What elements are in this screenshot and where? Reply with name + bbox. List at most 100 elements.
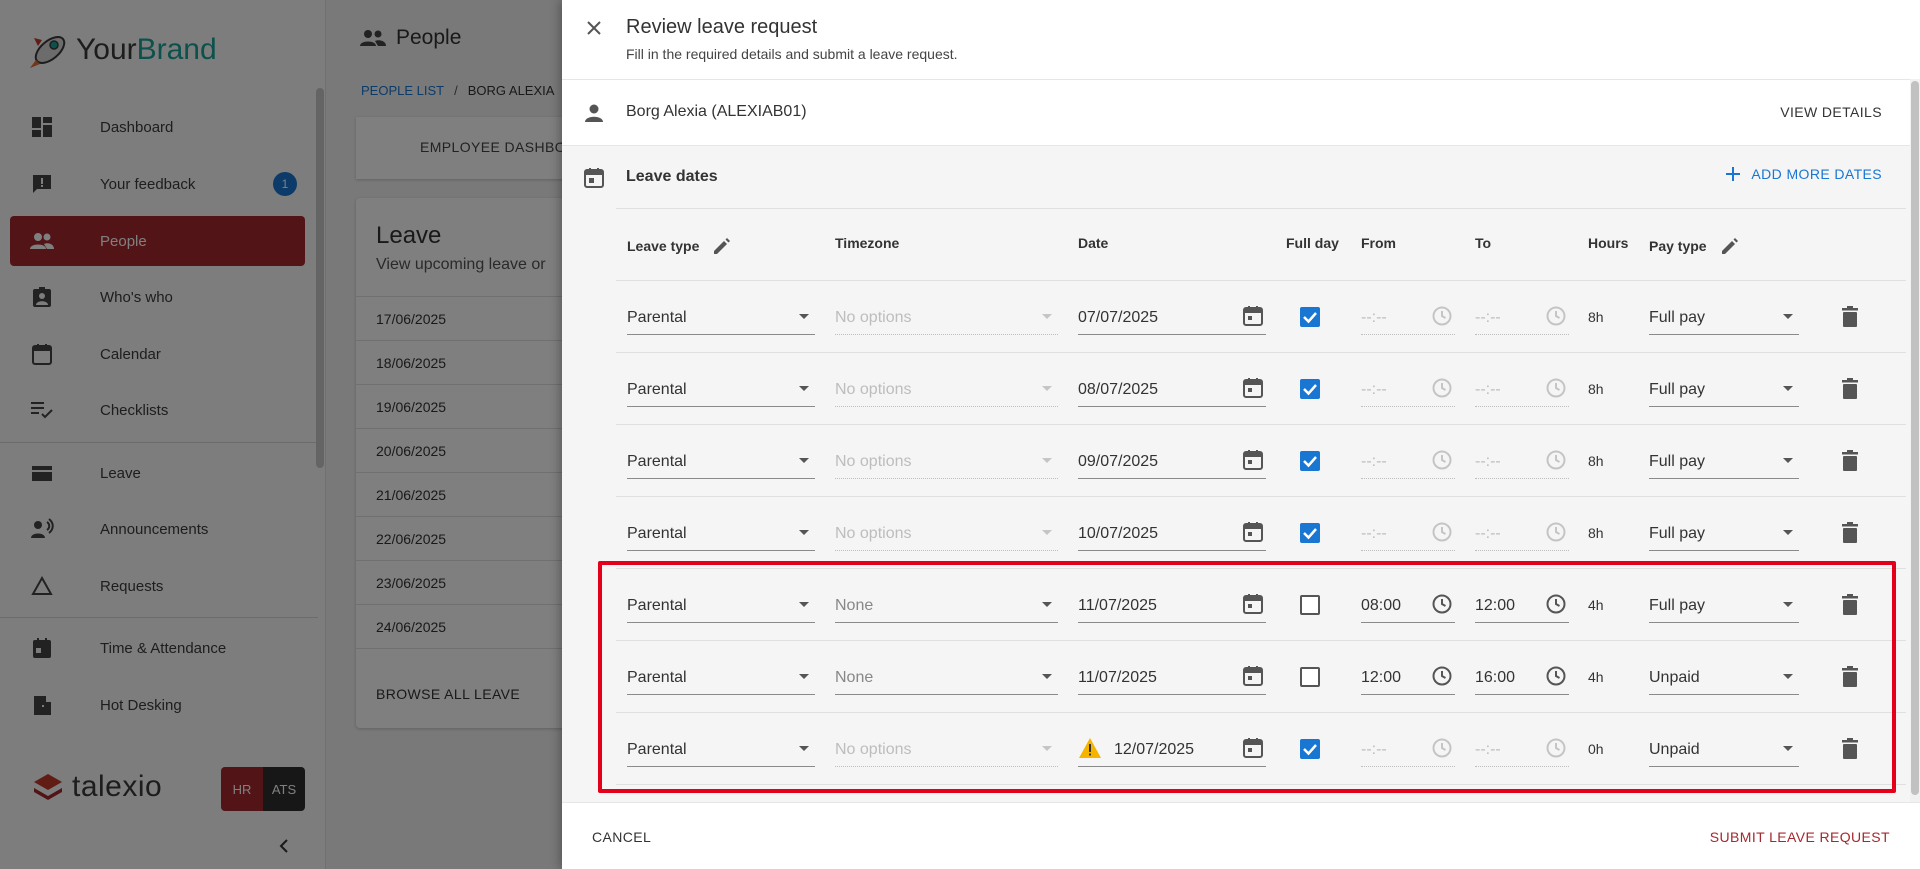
col-timezone: Timezone — [835, 235, 900, 251]
dialog-subtitle: Fill in the required details and submit … — [626, 46, 958, 62]
submit-leave-request-button[interactable]: SUBMIT LEAVE REQUEST — [1710, 829, 1890, 845]
pay-type-select[interactable]: Unpaid — [1649, 659, 1799, 695]
leave-type-select[interactable]: Parental — [627, 731, 815, 767]
pay-type-select[interactable]: Full pay — [1649, 587, 1799, 623]
leave-type-select[interactable]: Parental — [627, 299, 815, 335]
full-day-checkbox[interactable] — [1300, 667, 1320, 687]
pay-type-value: Full pay — [1649, 525, 1706, 542]
pay-type-select[interactable]: Full pay — [1649, 515, 1799, 551]
chevron-down-icon — [799, 746, 809, 751]
from-time-value: --:-- — [1361, 453, 1387, 470]
from-time-input[interactable]: 08:00 — [1361, 587, 1455, 623]
clock-icon — [1431, 305, 1453, 327]
full-day-checkbox[interactable] — [1300, 739, 1320, 759]
close-button[interactable] — [582, 16, 606, 40]
table-row: Parental None 11/07/2025 08:00 12:00 4h Full p… — [616, 569, 1906, 641]
clock-icon[interactable] — [1431, 593, 1453, 615]
delete-row-button[interactable] — [1838, 665, 1862, 689]
pay-type-select[interactable]: Full pay — [1649, 443, 1799, 479]
pay-type-select[interactable]: Unpaid — [1649, 731, 1799, 767]
timezone-select[interactable]: None — [835, 659, 1058, 695]
add-more-dates-label: ADD MORE DATES — [1751, 166, 1882, 182]
chevron-down-icon — [1783, 458, 1793, 463]
clock-icon[interactable] — [1545, 593, 1567, 615]
edit-pencil-icon[interactable] — [711, 235, 733, 257]
from-time-input[interactable]: 12:00 — [1361, 659, 1455, 695]
hours-value: 0h — [1588, 741, 1604, 757]
col-from: From — [1361, 235, 1396, 251]
employee-bar: Borg Alexia (ALEXIAB01) VIEW DETAILS — [562, 79, 1910, 146]
date-input[interactable]: 10/07/2025 — [1078, 515, 1266, 551]
delete-row-button[interactable] — [1838, 449, 1862, 473]
pay-type-select[interactable]: Full pay — [1649, 371, 1799, 407]
col-label: Pay type — [1649, 238, 1707, 254]
pay-type-select[interactable]: Full pay — [1649, 299, 1799, 335]
from-time-input: --:-- — [1361, 299, 1455, 335]
col-to: To — [1475, 235, 1492, 251]
to-time-value: 12:00 — [1475, 597, 1516, 614]
to-time-input[interactable]: 12:00 — [1475, 587, 1569, 623]
date-input[interactable]: 09/07/2025 — [1078, 443, 1266, 479]
clock-icon[interactable] — [1545, 665, 1567, 687]
leave-type-select[interactable]: Parental — [627, 659, 815, 695]
dialog-title: Review leave request — [626, 16, 818, 38]
col-label: Leave type — [627, 238, 700, 254]
date-input[interactable]: 08/07/2025 — [1078, 371, 1266, 407]
view-details-button[interactable]: VIEW DETAILS — [1780, 104, 1882, 120]
date-input[interactable]: 11/07/2025 — [1078, 659, 1266, 695]
clock-icon[interactable] — [1431, 665, 1453, 687]
hours-value: 4h — [1588, 669, 1604, 685]
date-input[interactable]: 11/07/2025 — [1078, 587, 1266, 623]
dialog-scrollbar[interactable] — [1910, 79, 1920, 802]
leave-type-select[interactable]: Parental — [627, 371, 815, 407]
dialog-scrollbar-thumb[interactable] — [1911, 81, 1919, 795]
delete-row-button[interactable] — [1838, 377, 1862, 401]
calendar-icon[interactable] — [1242, 665, 1264, 687]
to-time-input[interactable]: 16:00 — [1475, 659, 1569, 695]
date-input[interactable]: 07/07/2025 — [1078, 299, 1266, 335]
clock-icon — [1545, 449, 1567, 471]
delete-row-button[interactable] — [1838, 305, 1862, 329]
table-row: Parental No options 12/07/2025 --:-- --:-- 0h… — [616, 713, 1906, 785]
date-value: 11/07/2025 — [1078, 597, 1157, 614]
hours-value: 8h — [1588, 453, 1604, 469]
clock-icon — [1545, 737, 1567, 759]
date-value: 12/07/2025 — [1114, 741, 1195, 758]
table-header: Leave type Timezone Date Full day From T… — [616, 209, 1906, 281]
trash-icon — [1838, 666, 1862, 693]
warning-icon — [1078, 737, 1102, 759]
trash-icon — [1838, 306, 1862, 333]
cancel-button[interactable]: CANCEL — [592, 829, 651, 845]
leave-dates-title: Leave dates — [626, 168, 718, 185]
chevron-down-icon — [1783, 602, 1793, 607]
from-time-input: --:-- — [1361, 515, 1455, 551]
delete-row-button[interactable] — [1838, 521, 1862, 545]
leave-dates-table: Leave type Timezone Date Full day From T… — [616, 208, 1906, 802]
leave-type-select[interactable]: Parental — [627, 587, 815, 623]
leave-type-select[interactable]: Parental — [627, 515, 815, 551]
delete-row-button[interactable] — [1838, 593, 1862, 617]
calendar-icon[interactable] — [1242, 449, 1264, 471]
table-row: Parental No options 10/07/2025 --:-- --:-- 8h… — [616, 497, 1906, 569]
calendar-icon[interactable] — [1242, 305, 1264, 327]
leave-type-value: Parental — [627, 309, 687, 326]
full-day-checkbox[interactable] — [1300, 379, 1320, 399]
leave-type-select[interactable]: Parental — [627, 443, 815, 479]
chevron-down-icon — [1783, 314, 1793, 319]
timezone-select[interactable]: None — [835, 587, 1058, 623]
full-day-checkbox[interactable] — [1300, 307, 1320, 327]
delete-row-button[interactable] — [1838, 737, 1862, 761]
to-time-value: --:-- — [1475, 309, 1501, 326]
add-more-dates-button[interactable]: ADD MORE DATES — [1725, 166, 1882, 182]
hours-value: 8h — [1588, 525, 1604, 541]
calendar-icon[interactable] — [1242, 377, 1264, 399]
date-input[interactable]: 12/07/2025 — [1078, 731, 1266, 767]
edit-pencil-icon[interactable] — [1719, 235, 1741, 257]
calendar-icon[interactable] — [1242, 521, 1264, 543]
full-day-checkbox[interactable] — [1300, 451, 1320, 471]
chevron-down-icon — [1042, 458, 1052, 463]
full-day-checkbox[interactable] — [1300, 523, 1320, 543]
calendar-icon[interactable] — [1242, 593, 1264, 615]
full-day-checkbox[interactable] — [1300, 595, 1320, 615]
calendar-icon[interactable] — [1242, 737, 1264, 759]
